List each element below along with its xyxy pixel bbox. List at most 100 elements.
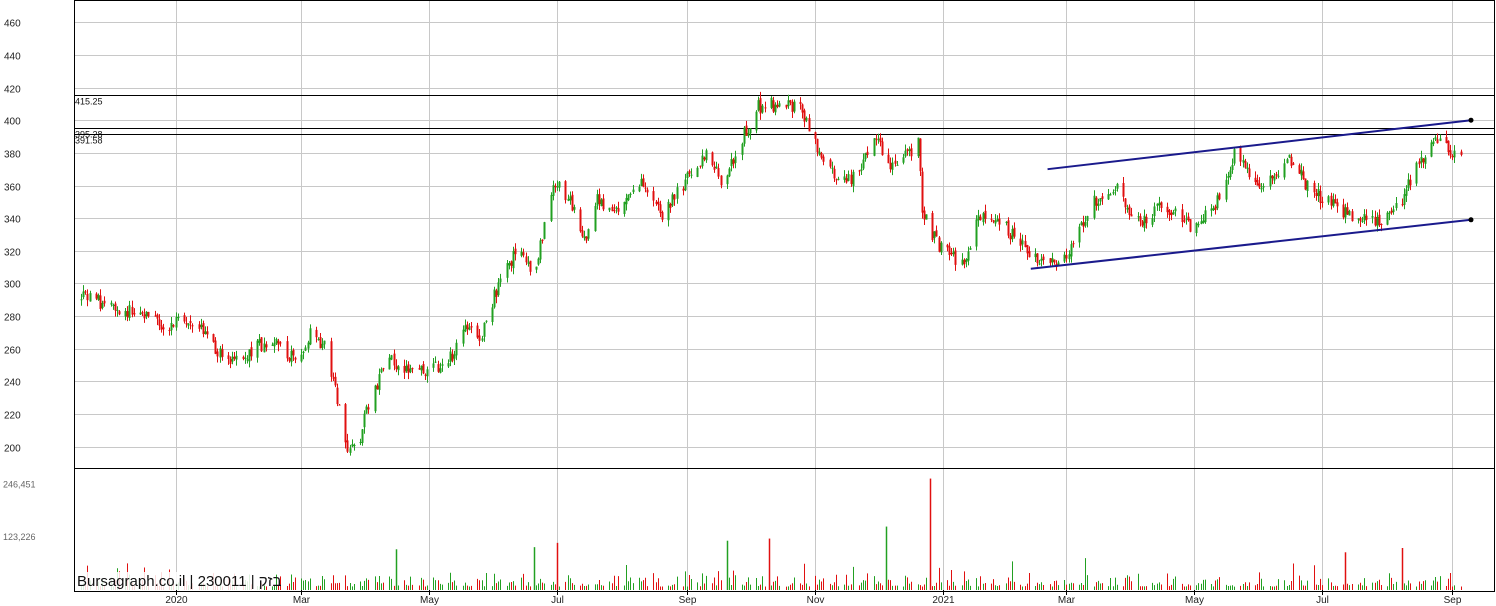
candle-body bbox=[363, 413, 366, 428]
candle-body bbox=[1409, 179, 1412, 186]
candle-body bbox=[246, 359, 249, 361]
candle-body bbox=[294, 357, 297, 360]
candle-body bbox=[1239, 147, 1242, 162]
candle-body bbox=[655, 201, 658, 204]
candle-body bbox=[785, 104, 788, 108]
candle-body bbox=[875, 138, 878, 140]
candle-body bbox=[904, 150, 907, 157]
candle-body bbox=[1099, 198, 1102, 202]
trendline-anchor bbox=[1468, 217, 1474, 223]
candle-body bbox=[686, 172, 689, 179]
candle-body bbox=[774, 104, 777, 113]
candle-body bbox=[833, 168, 836, 179]
candle-body bbox=[434, 361, 437, 363]
candle-body bbox=[172, 325, 175, 327]
candle-body bbox=[1342, 204, 1345, 218]
candle-body bbox=[808, 118, 811, 132]
candle-body bbox=[118, 311, 121, 315]
candle-body bbox=[629, 193, 632, 195]
y-tick-label: 260 bbox=[4, 346, 21, 357]
candle-body bbox=[652, 191, 655, 201]
candle-body bbox=[757, 100, 760, 111]
candle-body bbox=[1380, 224, 1383, 226]
candle-body bbox=[1231, 164, 1234, 171]
y-tick-label: 400 bbox=[4, 117, 21, 128]
candle-body bbox=[351, 444, 354, 447]
candle-body bbox=[279, 342, 282, 344]
candle-body bbox=[126, 311, 129, 318]
candle-body bbox=[801, 104, 804, 113]
candle-body bbox=[1258, 183, 1261, 188]
candle-body bbox=[248, 349, 251, 362]
candle-body bbox=[1351, 211, 1354, 222]
candle-body bbox=[850, 174, 853, 184]
candle-body bbox=[747, 132, 750, 136]
candle-body bbox=[617, 208, 620, 212]
candle-body bbox=[564, 181, 567, 201]
candle-body bbox=[1330, 195, 1333, 206]
candle-body bbox=[764, 107, 767, 109]
candle-body bbox=[407, 364, 410, 374]
candle-body bbox=[275, 339, 278, 344]
candle-body bbox=[1082, 222, 1085, 227]
candle-body bbox=[761, 105, 764, 113]
candle-body bbox=[103, 300, 106, 304]
candle-body bbox=[1374, 216, 1377, 226]
candle-body bbox=[273, 342, 276, 347]
candle-body bbox=[659, 204, 662, 214]
candle-body bbox=[229, 359, 232, 364]
candle-body bbox=[265, 344, 268, 348]
candle-body bbox=[97, 294, 100, 301]
candle-body bbox=[550, 194, 553, 221]
candle-body bbox=[1036, 253, 1039, 264]
candle-body bbox=[495, 290, 498, 297]
candle-body bbox=[191, 325, 194, 327]
candle-body bbox=[990, 218, 993, 220]
candle-body bbox=[466, 324, 469, 330]
candle-body bbox=[478, 335, 481, 341]
candle-body bbox=[476, 325, 479, 338]
candle-body bbox=[256, 340, 259, 358]
candle-body bbox=[221, 349, 224, 357]
candle-body bbox=[1390, 210, 1393, 214]
candle-body bbox=[1319, 190, 1322, 204]
candle-body bbox=[1315, 192, 1318, 196]
candle-body bbox=[1156, 203, 1159, 206]
candle-body bbox=[965, 258, 968, 263]
candle-body bbox=[720, 175, 723, 186]
candle-body bbox=[940, 242, 943, 253]
candle-body bbox=[529, 260, 532, 272]
candle-body bbox=[170, 322, 173, 331]
candle-body bbox=[233, 356, 236, 359]
candle-body bbox=[271, 344, 274, 346]
candle-body bbox=[711, 152, 714, 166]
candle-body bbox=[715, 166, 718, 169]
candle-body bbox=[1172, 211, 1175, 215]
candle-body bbox=[1107, 194, 1110, 200]
candle-body bbox=[286, 341, 289, 359]
candle-body bbox=[642, 178, 645, 187]
candle-body bbox=[1376, 216, 1379, 227]
candle-body bbox=[131, 306, 134, 315]
candle-body bbox=[512, 250, 515, 269]
candle-body bbox=[728, 168, 731, 177]
candle-body bbox=[214, 340, 217, 354]
x-tick-label: Mar bbox=[293, 595, 311, 606]
candle-body bbox=[200, 324, 203, 328]
candle-body bbox=[349, 448, 352, 453]
candle-body bbox=[147, 311, 150, 317]
candle-body bbox=[701, 155, 704, 167]
candle-body bbox=[212, 334, 215, 342]
candle-body bbox=[713, 166, 716, 170]
candle-body bbox=[793, 101, 796, 112]
candle-body bbox=[344, 404, 347, 443]
candle-body bbox=[667, 201, 670, 221]
stock-chart: 415.25395.28391.58 200220240260280300320… bbox=[3, 0, 1495, 606]
candle-body bbox=[1254, 177, 1257, 183]
candle-body bbox=[367, 407, 370, 410]
candle-body bbox=[1244, 161, 1247, 168]
candle-body bbox=[831, 167, 834, 169]
candle-body bbox=[162, 327, 165, 330]
candle-body bbox=[803, 110, 806, 122]
candle-body bbox=[154, 315, 157, 317]
